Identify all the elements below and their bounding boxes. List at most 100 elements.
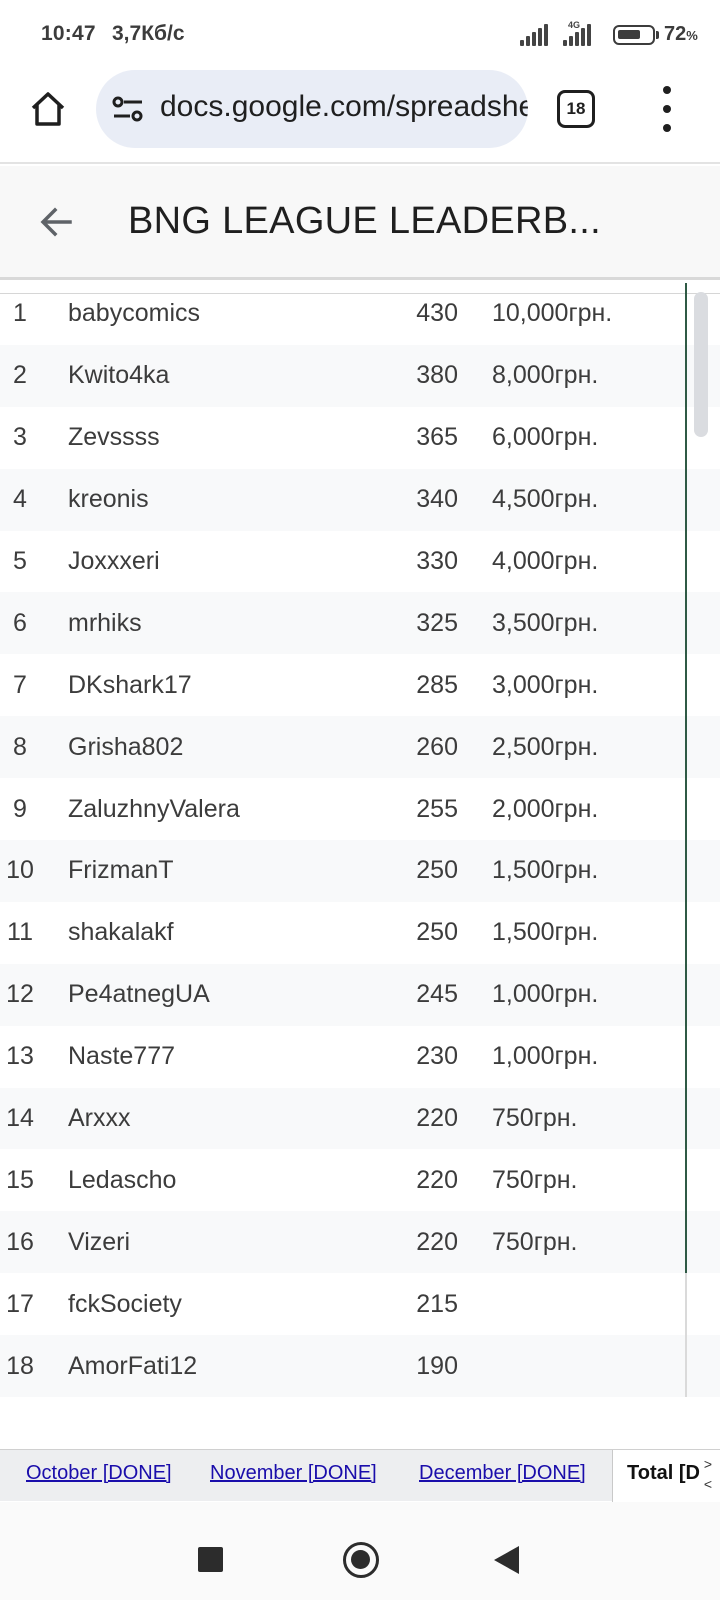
points-cell[interactable]: 220 bbox=[360, 1149, 458, 1211]
table-row[interactable]: 7 DKshark17 285 3,000грн. bbox=[0, 654, 720, 717]
rank-cell[interactable]: 17 bbox=[0, 1273, 40, 1335]
prize-cell[interactable]: 3,500грн. bbox=[492, 592, 598, 654]
tab-october[interactable]: October [DONE] bbox=[26, 1462, 172, 1485]
player-name-cell[interactable]: Kwito4ka bbox=[68, 345, 169, 407]
player-name-cell[interactable]: Naste777 bbox=[68, 1026, 175, 1088]
tab-next-button[interactable]: > bbox=[698, 1454, 718, 1474]
home-button-icon[interactable] bbox=[343, 1542, 379, 1578]
player-name-cell[interactable]: Joxxxeri bbox=[68, 531, 160, 593]
points-cell[interactable]: 190 bbox=[360, 1335, 458, 1397]
vertical-scrollbar[interactable] bbox=[694, 292, 708, 437]
rank-cell[interactable]: 18 bbox=[0, 1335, 40, 1397]
points-cell[interactable]: 365 bbox=[360, 407, 458, 469]
points-cell[interactable]: 380 bbox=[360, 345, 458, 407]
prize-cell[interactable]: 10,000грн. bbox=[492, 283, 612, 345]
points-cell[interactable]: 330 bbox=[360, 531, 458, 593]
prize-cell[interactable]: 6,000грн. bbox=[492, 407, 598, 469]
rank-cell[interactable]: 10 bbox=[0, 840, 40, 902]
table-row[interactable]: 12 Pe4atnegUA 245 1,000грн. bbox=[0, 963, 720, 1026]
rank-cell[interactable]: 14 bbox=[0, 1088, 40, 1150]
prize-cell[interactable]: 1,000грн. bbox=[492, 1026, 598, 1088]
prize-cell[interactable]: 750грн. bbox=[492, 1211, 578, 1273]
points-cell[interactable]: 230 bbox=[360, 1026, 458, 1088]
player-name-cell[interactable]: fckSociety bbox=[68, 1273, 182, 1335]
points-cell[interactable]: 215 bbox=[360, 1273, 458, 1335]
rank-cell[interactable]: 16 bbox=[0, 1211, 40, 1273]
table-row[interactable]: 4 kreonis 340 4,500грн. bbox=[0, 468, 720, 531]
player-name-cell[interactable]: Pe4atnegUA bbox=[68, 964, 210, 1026]
prize-cell[interactable]: 750грн. bbox=[492, 1149, 578, 1211]
recent-apps-icon[interactable] bbox=[198, 1547, 223, 1572]
table-row[interactable]: 11 shakalakf 250 1,500грн. bbox=[0, 901, 720, 964]
prize-cell[interactable]: 750грн. bbox=[492, 1088, 578, 1150]
rank-cell[interactable]: 15 bbox=[0, 1149, 40, 1211]
tab-prev-button[interactable]: < bbox=[698, 1474, 718, 1494]
player-name-cell[interactable]: mrhiks bbox=[68, 592, 142, 654]
prize-cell[interactable]: 1,500грн. bbox=[492, 902, 598, 964]
prize-cell[interactable]: 1,000грн. bbox=[492, 964, 598, 1026]
table-row[interactable]: 2 Kwito4ka 380 8,000грн. bbox=[0, 344, 720, 407]
back-triangle-icon[interactable] bbox=[494, 1546, 519, 1574]
points-cell[interactable]: 255 bbox=[360, 778, 458, 840]
rank-cell[interactable]: 6 bbox=[0, 592, 40, 654]
player-name-cell[interactable]: DKshark17 bbox=[68, 654, 192, 716]
points-cell[interactable]: 285 bbox=[360, 654, 458, 716]
points-cell[interactable]: 325 bbox=[360, 592, 458, 654]
prize-cell[interactable]: 3,000грн. bbox=[492, 654, 598, 716]
prize-cell[interactable]: 8,000грн. bbox=[492, 345, 598, 407]
table-row[interactable]: 17 fckSociety 215 bbox=[0, 1273, 720, 1336]
table-row[interactable]: 5 Joxxxeri 330 4,000грн. bbox=[0, 530, 720, 593]
home-icon[interactable] bbox=[28, 89, 68, 129]
points-cell[interactable]: 260 bbox=[360, 716, 458, 778]
rank-cell[interactable]: 8 bbox=[0, 716, 40, 778]
tab-november[interactable]: November [DONE] bbox=[210, 1462, 377, 1485]
prize-cell[interactable]: 2,000грн. bbox=[492, 778, 598, 840]
table-row[interactable]: 1 babycomics 430 10,000грн. bbox=[0, 283, 720, 345]
tab-scroll-controls[interactable]: > < bbox=[698, 1454, 718, 1498]
tab-december[interactable]: December [DONE] bbox=[419, 1462, 586, 1485]
rank-cell[interactable]: 4 bbox=[0, 469, 40, 531]
more-vert-icon[interactable] bbox=[660, 86, 674, 132]
prize-cell[interactable]: 4,000грн. bbox=[492, 531, 598, 593]
player-name-cell[interactable]: FrizmanT bbox=[68, 840, 174, 902]
address-bar[interactable]: docs.google.com/spreadsheets bbox=[96, 70, 528, 148]
rank-cell[interactable]: 13 bbox=[0, 1026, 40, 1088]
prize-cell[interactable]: 2,500грн. bbox=[492, 716, 598, 778]
table-row[interactable]: 16 Vizeri 220 750грн. bbox=[0, 1211, 720, 1274]
points-cell[interactable]: 340 bbox=[360, 469, 458, 531]
url-text[interactable]: docs.google.com/spreadsheets bbox=[160, 90, 528, 124]
rank-cell[interactable]: 9 bbox=[0, 778, 40, 840]
table-row[interactable]: 13 Naste777 230 1,000грн. bbox=[0, 1025, 720, 1088]
points-cell[interactable]: 250 bbox=[360, 840, 458, 902]
player-name-cell[interactable]: Arxxx bbox=[68, 1088, 131, 1150]
points-cell[interactable]: 220 bbox=[360, 1088, 458, 1150]
table-row[interactable]: 14 Arxxx 220 750грн. bbox=[0, 1087, 720, 1150]
player-name-cell[interactable]: kreonis bbox=[68, 469, 149, 531]
rank-cell[interactable]: 12 bbox=[0, 964, 40, 1026]
rank-cell[interactable]: 3 bbox=[0, 407, 40, 469]
table-row[interactable]: 10 FrizmanT 250 1,500грн. bbox=[0, 840, 720, 902]
tune-icon[interactable] bbox=[112, 96, 144, 122]
rank-cell[interactable]: 2 bbox=[0, 345, 40, 407]
table-row[interactable]: 8 Grisha802 260 2,500грн. bbox=[0, 716, 720, 779]
points-cell[interactable]: 430 bbox=[360, 283, 458, 345]
player-name-cell[interactable]: AmorFati12 bbox=[68, 1335, 197, 1397]
rank-cell[interactable]: 5 bbox=[0, 531, 40, 593]
points-cell[interactable]: 220 bbox=[360, 1211, 458, 1273]
player-name-cell[interactable]: ZaluzhnyValera bbox=[68, 778, 240, 840]
spreadsheet-grid[interactable]: 1 babycomics 430 10,000грн. 2 Kwito4ka 380 8,00… bbox=[0, 280, 720, 1415]
player-name-cell[interactable]: babycomics bbox=[68, 283, 200, 345]
player-name-cell[interactable]: Grisha802 bbox=[68, 716, 183, 778]
prize-cell[interactable]: 1,500грн. bbox=[492, 840, 598, 902]
table-row[interactable]: 15 Ledascho 220 750грн. bbox=[0, 1149, 720, 1212]
points-cell[interactable]: 250 bbox=[360, 902, 458, 964]
table-row[interactable]: 6 mrhiks 325 3,500грн. bbox=[0, 592, 720, 655]
table-row[interactable]: 18 AmorFati12 190 bbox=[0, 1335, 720, 1398]
table-row[interactable]: 3 Zevssss 365 6,000грн. bbox=[0, 406, 720, 469]
rank-cell[interactable]: 1 bbox=[0, 283, 40, 345]
table-row[interactable]: 9 ZaluzhnyValera 255 2,000грн. bbox=[0, 778, 720, 841]
rank-cell[interactable]: 11 bbox=[0, 902, 40, 964]
points-cell[interactable]: 245 bbox=[360, 964, 458, 1026]
tab-switcher-button[interactable]: 18 bbox=[557, 90, 595, 128]
prize-cell[interactable]: 4,500грн. bbox=[492, 469, 598, 531]
